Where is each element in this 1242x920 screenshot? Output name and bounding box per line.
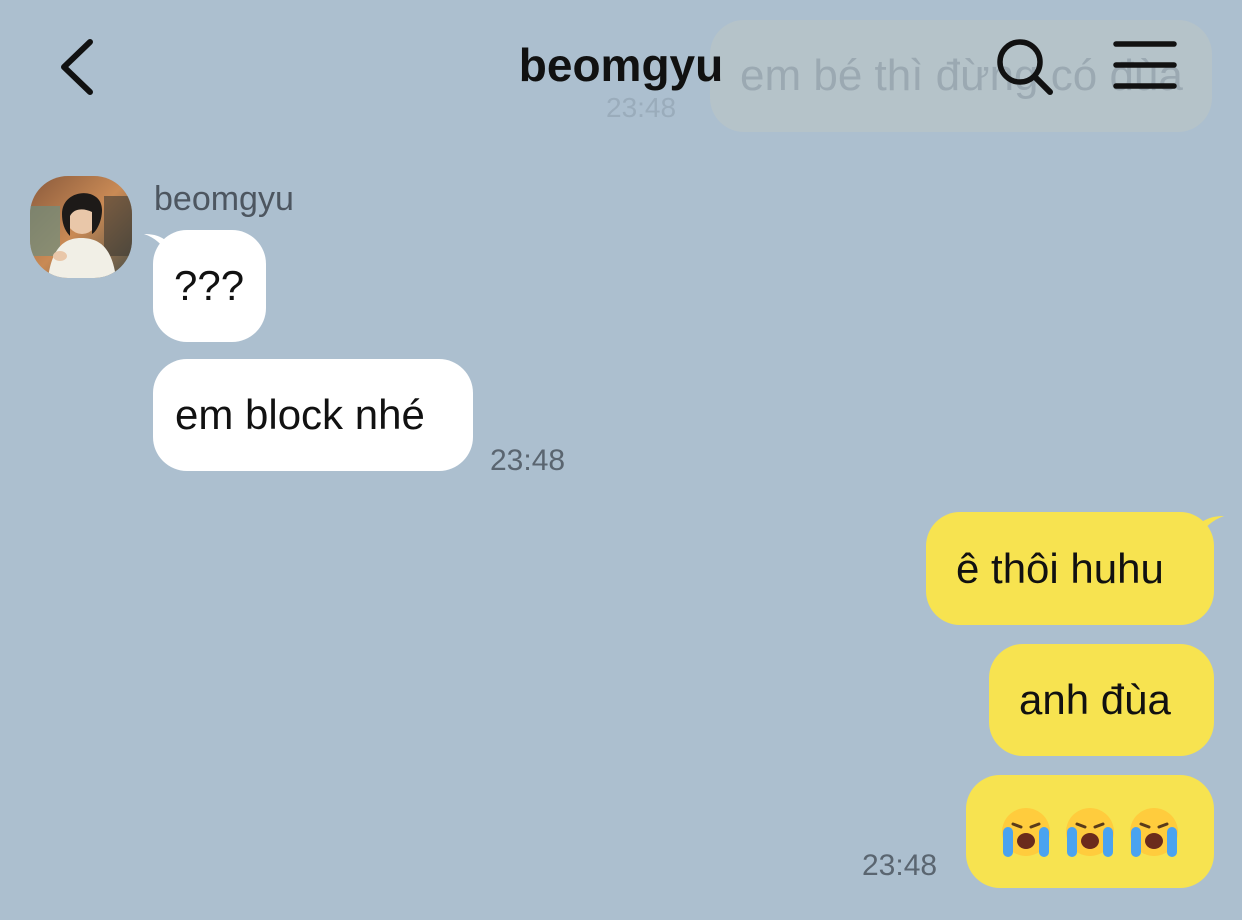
loudly-crying-face-icon	[1002, 807, 1050, 857]
outgoing-message[interactable]: ê thôi huhu	[926, 512, 1214, 625]
background-message-time: 23:48	[606, 92, 677, 123]
menu-button[interactable]	[1112, 38, 1178, 92]
message-text: ê thôi huhu	[956, 545, 1164, 592]
sender-name: beomgyu	[154, 180, 294, 218]
search-icon	[997, 39, 1053, 95]
outgoing-message[interactable]: anh đùa	[989, 644, 1214, 756]
incoming-message[interactable]: em block nhé	[153, 359, 473, 471]
avatar[interactable]	[30, 176, 132, 278]
message-text: ???	[174, 262, 245, 309]
loudly-crying-face-icon	[1066, 807, 1114, 857]
message-text: em block nhé	[175, 391, 425, 438]
message-time: 23:48	[862, 849, 938, 882]
incoming-message[interactable]: ???	[153, 230, 266, 342]
chat-header: em bé thì đừng có đùa 23:48 beomgyu	[0, 0, 1242, 134]
avatar-photo	[30, 176, 132, 278]
outgoing-message[interactable]	[966, 775, 1214, 888]
emoji-row	[966, 775, 1214, 888]
message-time: 23:48	[490, 444, 566, 477]
search-button[interactable]	[994, 36, 1058, 100]
hamburger-menu-icon	[1113, 41, 1177, 89]
message-text: anh đùa	[1019, 676, 1171, 723]
loudly-crying-face-icon	[1130, 807, 1178, 857]
